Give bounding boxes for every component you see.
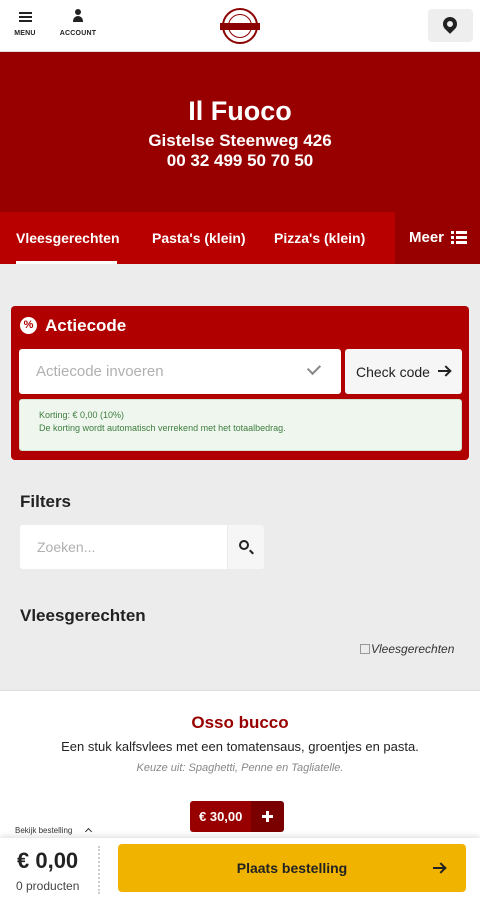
tab-pastas-klein[interactable]: Pasta's (klein)	[152, 212, 246, 264]
chevron-up-icon	[84, 827, 93, 836]
restaurant-logo[interactable]	[220, 8, 260, 44]
add-to-cart-button[interactable]: € 30,00	[190, 801, 285, 832]
location-button[interactable]	[428, 9, 473, 42]
top-bar: MENU ACCOUNT	[0, 0, 480, 52]
place-order-button[interactable]: Plaats bestelling	[118, 844, 466, 892]
check-code-button[interactable]: Check code	[345, 349, 462, 394]
cart-bar: € 0,00 0 producten Plaats bestelling	[0, 838, 480, 900]
discount-note: De korting wordt automatisch verrekend m…	[39, 423, 286, 433]
discount-info: Korting: € 0,00 (10%) De korting wordt a…	[19, 399, 462, 451]
search-button[interactable]	[228, 525, 264, 569]
account-button[interactable]: ACCOUNT	[56, 9, 100, 37]
broken-image-icon	[360, 644, 370, 654]
place-order-label: Plaats bestelling	[236, 860, 348, 876]
menu-label: MENU	[14, 30, 36, 37]
promo-title: Actiecode	[45, 316, 127, 335]
more-tabs-button[interactable]: Meer	[395, 212, 480, 264]
divider	[98, 846, 100, 894]
tab-vleesgerechten[interactable]: Vleesgerechten	[16, 212, 120, 264]
cart-count: 0 producten	[16, 879, 80, 893]
hamburger-icon	[18, 12, 32, 23]
check-code-label: Check code	[356, 363, 430, 380]
view-order-label: Bekijk bestelling	[15, 826, 73, 835]
cart-total: € 0,00	[17, 848, 79, 873]
promo-code-input[interactable]	[19, 349, 341, 394]
restaurant-address: Gistelse Steenweg 426	[148, 131, 332, 150]
map-pin-icon	[440, 14, 460, 34]
active-tab-indicator	[16, 261, 117, 264]
tab-label: Pizza's (klein)	[274, 230, 366, 246]
category-tabs: Vleesgerechten Pasta's (klein) Pizza's (…	[0, 212, 480, 264]
restaurant-header: Il Fuoco Gistelse Steenweg 426 00 32 499…	[0, 52, 480, 212]
category-image: Vleesgerechten	[360, 642, 454, 656]
tab-label: Pasta's (klein)	[152, 230, 246, 246]
filters-heading: Filters	[20, 492, 72, 511]
account-label: ACCOUNT	[59, 30, 97, 37]
category-heading: Vleesgerechten	[20, 606, 146, 625]
restaurant-phone[interactable]: 00 32 499 50 70 50	[0, 151, 480, 171]
tab-pizzas-klein[interactable]: Pizza's (klein)	[274, 212, 365, 264]
product-choice: Keuze uit: Spaghetti, Penne en Tagliatel…	[136, 762, 344, 774]
more-label: Meer	[409, 229, 445, 246]
search-input[interactable]	[20, 525, 227, 569]
plus-icon	[251, 801, 285, 832]
promo-code-card: Actiecode Check code Korting: € 0,00 (10…	[11, 306, 469, 460]
menu-button[interactable]: MENU	[10, 9, 40, 37]
user-icon	[71, 9, 85, 23]
product-description: Een stuk kalfsvlees met een tomatensaus,…	[61, 739, 419, 754]
tab-label: Vleesgerechten	[16, 230, 120, 246]
product-name[interactable]: Osso bucco	[0, 713, 480, 733]
arrow-right-icon	[438, 370, 450, 372]
arrow-right-icon	[433, 867, 445, 869]
list-icon	[451, 231, 467, 245]
product-price: € 30,00	[190, 801, 252, 832]
discount-amount: Korting: € 0,00 (10%)	[39, 410, 125, 420]
search-icon	[239, 540, 249, 550]
restaurant-name: Il Fuoco	[188, 96, 292, 126]
